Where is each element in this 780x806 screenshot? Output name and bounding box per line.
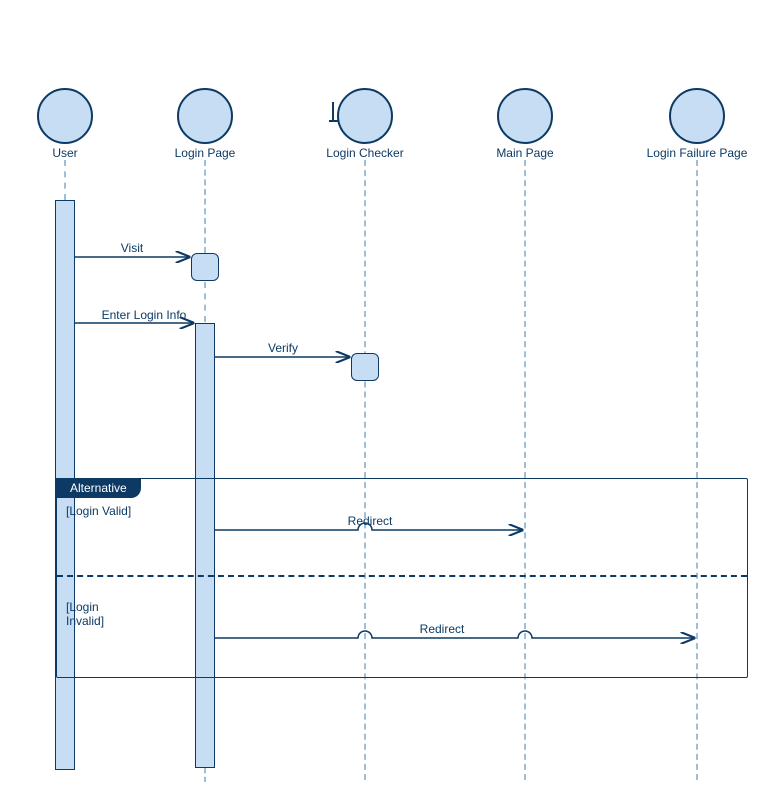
actor-login-page-label: Login Page [175, 146, 236, 160]
activation-login-page-visit [191, 253, 219, 281]
actor-user-label: User [52, 146, 77, 160]
msg-visit: Visit [121, 241, 143, 255]
guard-invalid-line2: Invalid] [66, 614, 104, 628]
lifeline-login-page-mid [204, 282, 206, 322]
actor-login-checker-label: Login Checker [326, 146, 403, 160]
actor-login-page [177, 88, 233, 144]
alt-divider [57, 575, 747, 577]
alt-fragment-title: Alternative [56, 478, 141, 498]
actor-user [37, 88, 93, 144]
lifeline-login-page-bot [204, 768, 206, 782]
msg-enter-login-info: Enter Login Info [102, 308, 187, 322]
actor-login-checker [337, 88, 393, 144]
alt-fragment [56, 478, 748, 678]
guard-invalid: [Login Invalid] [66, 600, 104, 629]
guard-invalid-line1: [Login [66, 600, 99, 614]
lifeline-login-checker [364, 160, 366, 780]
lifeline-user [64, 160, 66, 200]
login-checker-tick [332, 102, 334, 122]
msg-redirect-invalid: Redirect [420, 622, 465, 636]
actor-login-failure-page-label: Login Failure Page [647, 146, 748, 160]
actor-main-page [497, 88, 553, 144]
msg-redirect-valid: Redirect [348, 514, 393, 528]
lifeline-login-failure-page [696, 160, 698, 780]
actor-main-page-label: Main Page [496, 146, 553, 160]
actor-login-failure-page [669, 88, 725, 144]
lifeline-login-page-top [204, 160, 206, 253]
msg-verify: Verify [268, 341, 298, 355]
activation-login-checker [351, 353, 379, 381]
guard-valid: [Login Valid] [66, 504, 131, 518]
lifeline-main-page [524, 160, 526, 780]
